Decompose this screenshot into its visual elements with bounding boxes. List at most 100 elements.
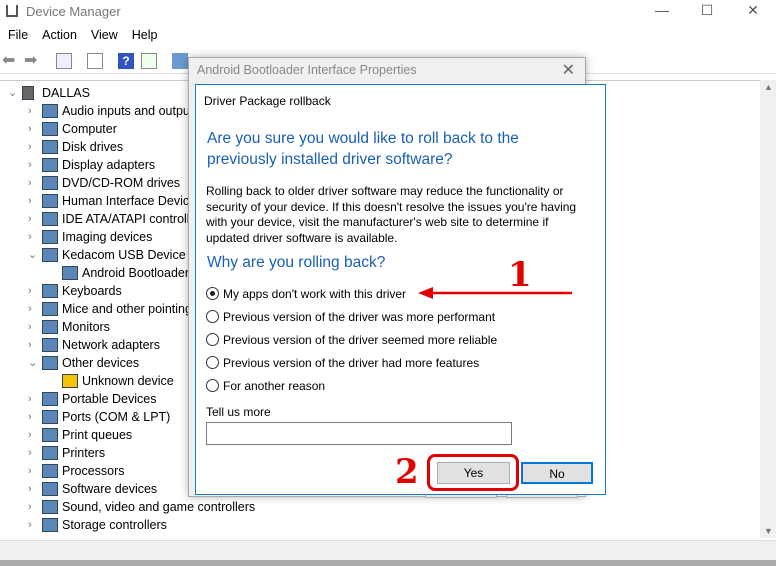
tree-item-label: Processors — [62, 464, 125, 478]
chevron-right-icon[interactable]: › — [28, 336, 40, 354]
device-icon — [42, 482, 58, 496]
device-icon — [42, 212, 58, 226]
tree-item-label: Printers — [62, 446, 106, 460]
radio-button-icon[interactable] — [206, 287, 219, 300]
chevron-right-icon[interactable]: › — [28, 426, 40, 444]
minimize-button[interactable]: — — [652, 2, 672, 18]
tree-item-label: Portable Devices — [62, 392, 157, 406]
chevron-right-icon[interactable]: › — [28, 300, 40, 318]
annotation-step-2: 2 — [395, 452, 419, 492]
radio-button-icon[interactable] — [206, 310, 219, 323]
reason-label: For another reason — [223, 379, 326, 393]
chevron-down-icon[interactable]: ⌄ — [28, 246, 40, 264]
device-icon — [42, 338, 58, 352]
tree-item-label: Print queues — [62, 428, 133, 442]
tree-item-label: Sound, video and game controllers — [62, 500, 256, 514]
device-icon — [42, 356, 58, 370]
chevron-right-icon[interactable]: › — [28, 282, 40, 300]
computer-icon — [22, 86, 34, 100]
reason-label: Previous version of the driver was more … — [223, 310, 496, 324]
close-button[interactable]: ✕ — [743, 2, 763, 19]
device-icon — [42, 518, 58, 532]
reason-radio[interactable]: Previous version of the driver had more … — [206, 354, 479, 372]
back-icon[interactable]: ⬅ — [2, 50, 18, 69]
device-icon — [42, 392, 58, 406]
dialog-question: Are you sure you would like to roll back… — [207, 130, 519, 168]
chevron-right-icon[interactable]: › — [28, 516, 40, 534]
tree-item-label: DVD/CD-ROM drives — [62, 176, 181, 190]
scroll-down-icon[interactable]: ▼ — [764, 526, 773, 536]
reason-radio[interactable]: My apps don't work with this driver — [206, 285, 406, 303]
device-icon — [42, 176, 58, 190]
chevron-right-icon[interactable]: › — [28, 102, 40, 120]
chevron-down-icon[interactable]: ⌄ — [28, 354, 40, 372]
chevron-right-icon[interactable]: › — [28, 120, 40, 138]
device-icon — [62, 266, 78, 280]
chevron-right-icon[interactable]: › — [28, 462, 40, 480]
device-manager-icon — [6, 5, 18, 17]
radio-button-icon[interactable] — [206, 379, 219, 392]
chevron-right-icon[interactable]: › — [28, 480, 40, 498]
device-icon — [42, 320, 58, 334]
dialog-body: Rolling back to older driver software ma… — [206, 184, 577, 245]
device-icon — [42, 140, 58, 154]
show-hide-tree-icon[interactable] — [56, 53, 72, 69]
device-icon — [42, 464, 58, 478]
tree-item-label: Network adapters — [62, 338, 160, 352]
chevron-right-icon[interactable]: › — [28, 318, 40, 336]
chevron-right-icon[interactable]: › — [28, 228, 40, 246]
chevron-right-icon[interactable]: › — [28, 138, 40, 156]
tree-item-label: Keyboards — [62, 284, 122, 298]
chevron-down-icon[interactable]: ⌄ — [8, 84, 20, 102]
chevron-right-icon[interactable]: › — [28, 174, 40, 192]
tree-item-label: IDE ATA/ATAPI controllers — [62, 212, 207, 226]
radio-button-icon[interactable] — [206, 356, 219, 369]
tree-item-label: Ports (COM & LPT) — [62, 410, 171, 424]
maximize-button[interactable]: ☐ — [697, 2, 717, 19]
scroll-up-icon[interactable]: ▲ — [764, 82, 773, 92]
tree-item-label: Audio inputs and outputs — [62, 104, 200, 118]
tree-item-label: Storage controllers — [62, 518, 167, 532]
vertical-scrollbar[interactable]: ▲ ▼ — [760, 80, 776, 538]
annotation-highlight-box — [427, 454, 519, 491]
chevron-right-icon[interactable]: › — [28, 390, 40, 408]
chevron-right-icon[interactable]: › — [28, 192, 40, 210]
chevron-right-icon[interactable]: › — [28, 408, 40, 426]
action-pane-icon[interactable] — [141, 53, 157, 69]
warning-device-icon — [62, 374, 78, 388]
chevron-right-icon[interactable]: › — [28, 444, 40, 462]
menu-file[interactable]: File — [8, 28, 28, 42]
arrow-head — [418, 287, 433, 299]
menu-help[interactable]: Help — [132, 28, 158, 42]
properties-icon[interactable] — [87, 53, 103, 69]
device-icon — [42, 446, 58, 460]
properties-title: Android Bootloader Interface Properties — [197, 63, 417, 77]
tree-item-label: Monitors — [62, 320, 110, 334]
why-heading: Why are you rolling back? — [207, 254, 386, 271]
radio-button-icon[interactable] — [206, 333, 219, 346]
device-icon — [42, 302, 58, 316]
menu-action[interactable]: Action — [42, 28, 77, 42]
device-icon — [42, 104, 58, 118]
device-icon — [42, 248, 58, 262]
chevron-right-icon[interactable]: › — [28, 156, 40, 174]
reason-radio[interactable]: For another reason — [206, 377, 325, 395]
tree-item-label: Other devices — [62, 356, 140, 370]
device-icon — [42, 428, 58, 442]
chevron-right-icon[interactable]: › — [28, 498, 40, 516]
tree-item-label: Unknown device — [82, 374, 174, 388]
tell-more-input[interactable] — [206, 422, 512, 445]
forward-icon[interactable]: ➡ — [24, 50, 40, 69]
reason-label: My apps don't work with this driver — [223, 287, 407, 301]
properties-close-button[interactable]: ✕ — [562, 60, 575, 80]
menu-view[interactable]: View — [91, 28, 118, 42]
tell-more-label: Tell us more — [206, 405, 271, 419]
scan-hardware-icon[interactable] — [172, 53, 188, 69]
device-icon — [42, 194, 58, 208]
no-button[interactable]: No — [521, 462, 593, 484]
device-icon — [42, 500, 58, 514]
reason-radio[interactable]: Previous version of the driver was more … — [206, 308, 495, 326]
help-icon[interactable]: ? — [118, 53, 134, 69]
chevron-right-icon[interactable]: › — [28, 210, 40, 228]
reason-radio[interactable]: Previous version of the driver seemed mo… — [206, 331, 497, 349]
